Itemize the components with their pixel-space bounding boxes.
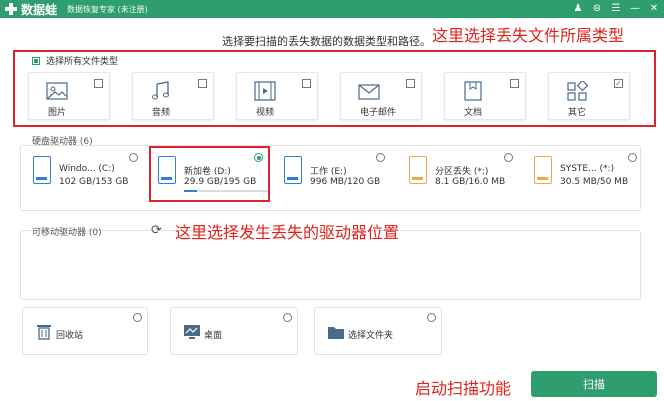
drive-radio[interactable] <box>129 153 138 162</box>
menu-icon[interactable]: ☰ <box>610 1 622 17</box>
type-card-audio[interactable]: 音频 <box>132 72 214 120</box>
type-label: 其它 <box>568 108 587 118</box>
type-checkbox[interactable] <box>510 79 519 88</box>
annotation-type: 这里选择丢失文件所属类型 <box>432 26 625 45</box>
type-checkbox[interactable]: ✓ <box>614 79 623 88</box>
type-card-video[interactable]: 视频 <box>236 72 318 120</box>
title-bar: 数据蛙 数据恢复专家 (未注册) ♟ ⊜ ☰ — ✕ <box>0 0 664 18</box>
drive-icon <box>158 156 176 184</box>
type-label: 音频 <box>152 108 171 118</box>
minimize-icon[interactable]: — <box>629 1 641 17</box>
type-checkbox[interactable] <box>198 79 207 88</box>
drive-radio[interactable] <box>628 153 637 162</box>
scan-button[interactable]: 扫描 <box>531 371 657 397</box>
type-checkbox[interactable] <box>94 79 103 88</box>
location-radio[interactable] <box>133 313 142 322</box>
app-subtitle: 数据恢复专家 (未注册) <box>67 4 148 14</box>
drive-radio[interactable] <box>376 153 385 162</box>
close-icon[interactable]: ✕ <box>648 1 660 17</box>
drive-name: 新加卷 (D:) <box>184 167 231 177</box>
desktop-icon <box>184 325 200 339</box>
refresh-icon[interactable]: ⟳ <box>151 223 162 238</box>
type-label: 电子邮件 <box>360 108 397 118</box>
windows-drive-icon <box>33 156 51 184</box>
video-icon <box>254 81 276 101</box>
drive-e[interactable]: 工作 (E:) 996 MB/120 GB <box>284 150 392 192</box>
instruction-text: 选择要扫描的丢失数据的数据类型和路径。 <box>222 35 431 48</box>
account-icon[interactable]: ♟ <box>572 1 584 17</box>
recycle-bin-icon <box>37 325 51 340</box>
music-icon <box>152 81 169 100</box>
type-card-email[interactable]: 电子邮件 <box>340 72 422 120</box>
location-radio[interactable] <box>427 313 436 322</box>
window-controls: ♟ ⊜ ☰ — ✕ <box>572 1 660 17</box>
drive-c[interactable]: Windo... (C:) 102 GB/153 GB <box>33 150 141 192</box>
document-icon <box>464 81 482 101</box>
feedback-icon[interactable]: ⊜ <box>591 1 603 17</box>
type-card-other[interactable]: ✓ 其它 <box>548 72 630 120</box>
drive-name: SYSTE... (*:) <box>560 164 615 174</box>
type-label: 图片 <box>48 108 67 118</box>
drive-size: 8.1 GB/16.0 MB <box>435 177 506 187</box>
other-icon <box>567 81 588 101</box>
drive-d[interactable]: 新加卷 (D:) 29.9 GB/195 GB <box>158 150 268 192</box>
system-drive-icon <box>534 156 552 184</box>
location-label: 桌面 <box>204 331 223 341</box>
drive-icon <box>284 156 302 184</box>
select-all-label: 选择所有文件类型 <box>46 57 119 67</box>
type-checkbox[interactable] <box>406 79 415 88</box>
drive-size: 996 MB/120 GB <box>310 177 381 187</box>
drive-usage-bar <box>184 190 268 192</box>
type-card-image[interactable]: 图片 <box>28 72 110 120</box>
location-desktop[interactable]: 桌面 <box>170 307 298 355</box>
select-all-checkbox[interactable] <box>32 56 40 65</box>
annotation-drive: 这里选择发生丢失的驱动器位置 <box>175 223 400 242</box>
lost-partition-icon <box>409 156 427 184</box>
type-label: 文档 <box>464 108 483 118</box>
location-folder[interactable]: 选择文件夹 <box>314 307 442 355</box>
select-all-types[interactable]: 选择所有文件类型 <box>32 54 118 67</box>
drive-size: 29.9 GB/195 GB <box>184 177 257 187</box>
type-card-document[interactable]: 文档 <box>444 72 526 120</box>
drive-name: 工作 (E:) <box>310 167 347 177</box>
drive-size: 30.5 MB/50 MB <box>560 177 629 187</box>
location-radio[interactable] <box>283 313 292 322</box>
drive-lost[interactable]: 分区丢失 (*:) 8.1 GB/16.0 MB <box>409 150 517 192</box>
drive-radio-selected[interactable] <box>254 153 263 162</box>
app-name: 数据蛙 <box>21 2 58 17</box>
email-icon <box>358 84 380 100</box>
type-checkbox[interactable] <box>302 79 311 88</box>
drive-radio[interactable] <box>504 153 513 162</box>
drive-system[interactable]: SYSTE... (*:) 30.5 MB/50 MB <box>534 150 638 192</box>
drive-size: 102 GB/153 GB <box>59 177 129 187</box>
image-icon <box>46 82 68 100</box>
location-label: 选择文件夹 <box>348 331 394 341</box>
location-recycle-bin[interactable]: 回收站 <box>22 307 148 355</box>
location-label: 回收站 <box>56 331 84 341</box>
app-logo-icon <box>4 2 18 16</box>
type-label: 视频 <box>256 108 275 118</box>
drive-name: Windo... (C:) <box>59 164 115 174</box>
drive-name: 分区丢失 (*:) <box>435 167 489 177</box>
removable-label: 可移动驱动器 (0) <box>32 228 102 238</box>
annotation-scan: 启动扫描功能 <box>415 379 512 398</box>
folder-icon <box>328 327 344 339</box>
